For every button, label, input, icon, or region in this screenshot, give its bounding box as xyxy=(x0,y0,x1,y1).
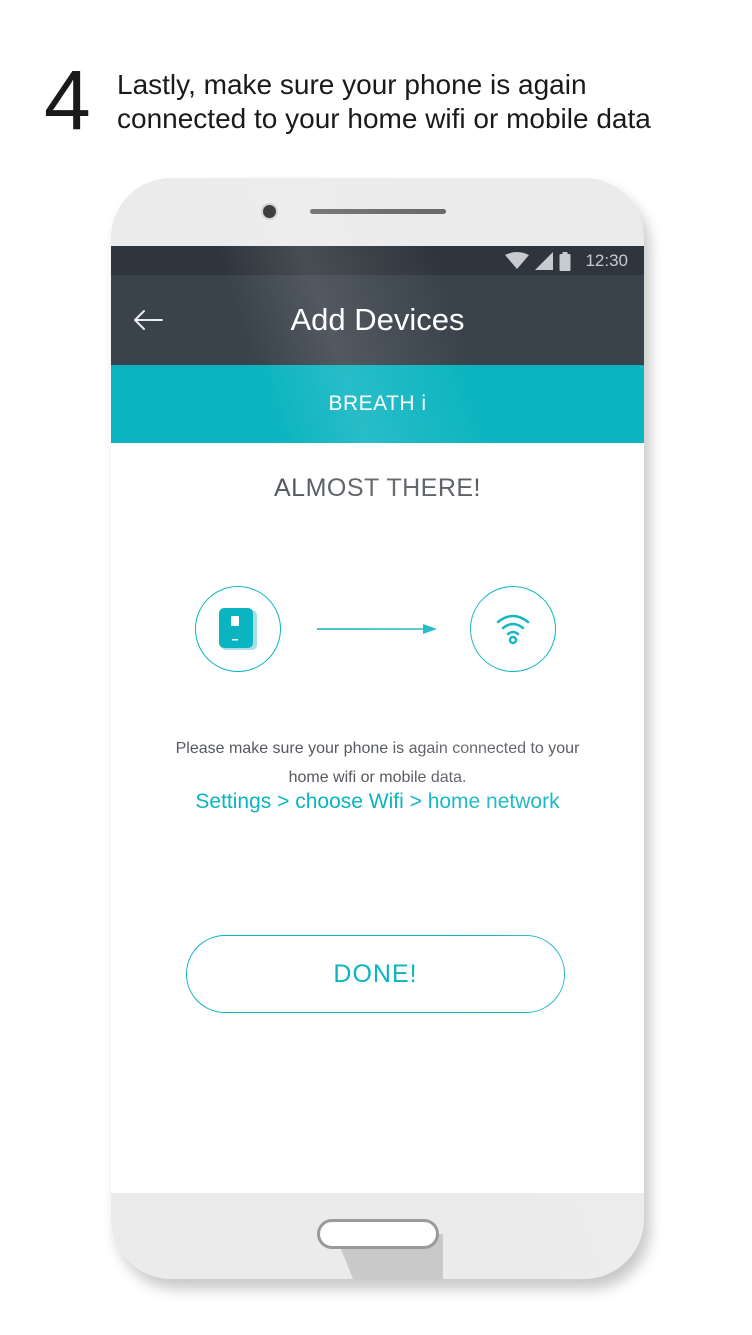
signal-icon xyxy=(535,252,554,270)
settings-path-text: Settings > choose Wifi > home network xyxy=(195,790,560,813)
arrow-connector xyxy=(317,624,437,634)
done-button[interactable]: DONE! xyxy=(186,935,565,1013)
home-button[interactable] xyxy=(317,1219,439,1249)
wifi-circle xyxy=(470,586,556,672)
instruction-line-2: home wifi or mobile data. xyxy=(288,769,467,786)
instruction-line-1: Please make sure your phone is again con… xyxy=(175,740,580,757)
status-bar: 12:30 xyxy=(111,246,644,275)
device-circle xyxy=(195,586,281,672)
status-icons: 12:30 xyxy=(505,250,628,272)
step-number: 4 xyxy=(44,53,91,147)
status-time: 12:30 xyxy=(585,251,628,270)
phone-mockup: 12:30 Add Devices BREATH i ALMOST THERE! xyxy=(111,178,644,1279)
connection-instructions: Please make sure your phone is again con… xyxy=(141,734,614,792)
step-instruction-line-1: Lastly, make sure your phone is again xyxy=(117,69,587,100)
wifi-status-icon xyxy=(505,252,530,269)
tab-breath-i[interactable]: BREATH i xyxy=(111,365,644,443)
phone-speaker xyxy=(310,209,446,214)
phone-screen: 12:30 Add Devices BREATH i ALMOST THERE! xyxy=(111,246,644,1193)
wifi-icon xyxy=(496,614,529,644)
headline: ALMOST THERE! xyxy=(273,474,481,502)
back-arrow-icon[interactable] xyxy=(131,303,165,337)
step-instruction-line-2: connected to your home wifi or mobile da… xyxy=(117,103,651,134)
step-instruction: Lastly, make sure your phone is again co… xyxy=(117,68,737,136)
app-title: Add Devices xyxy=(290,302,465,337)
phone-camera xyxy=(263,205,276,218)
device-tab-bar: BREATH i xyxy=(111,365,644,443)
battery-icon xyxy=(559,251,571,271)
air-purifier-icon xyxy=(218,607,257,650)
app-bar: Add Devices xyxy=(111,275,644,365)
